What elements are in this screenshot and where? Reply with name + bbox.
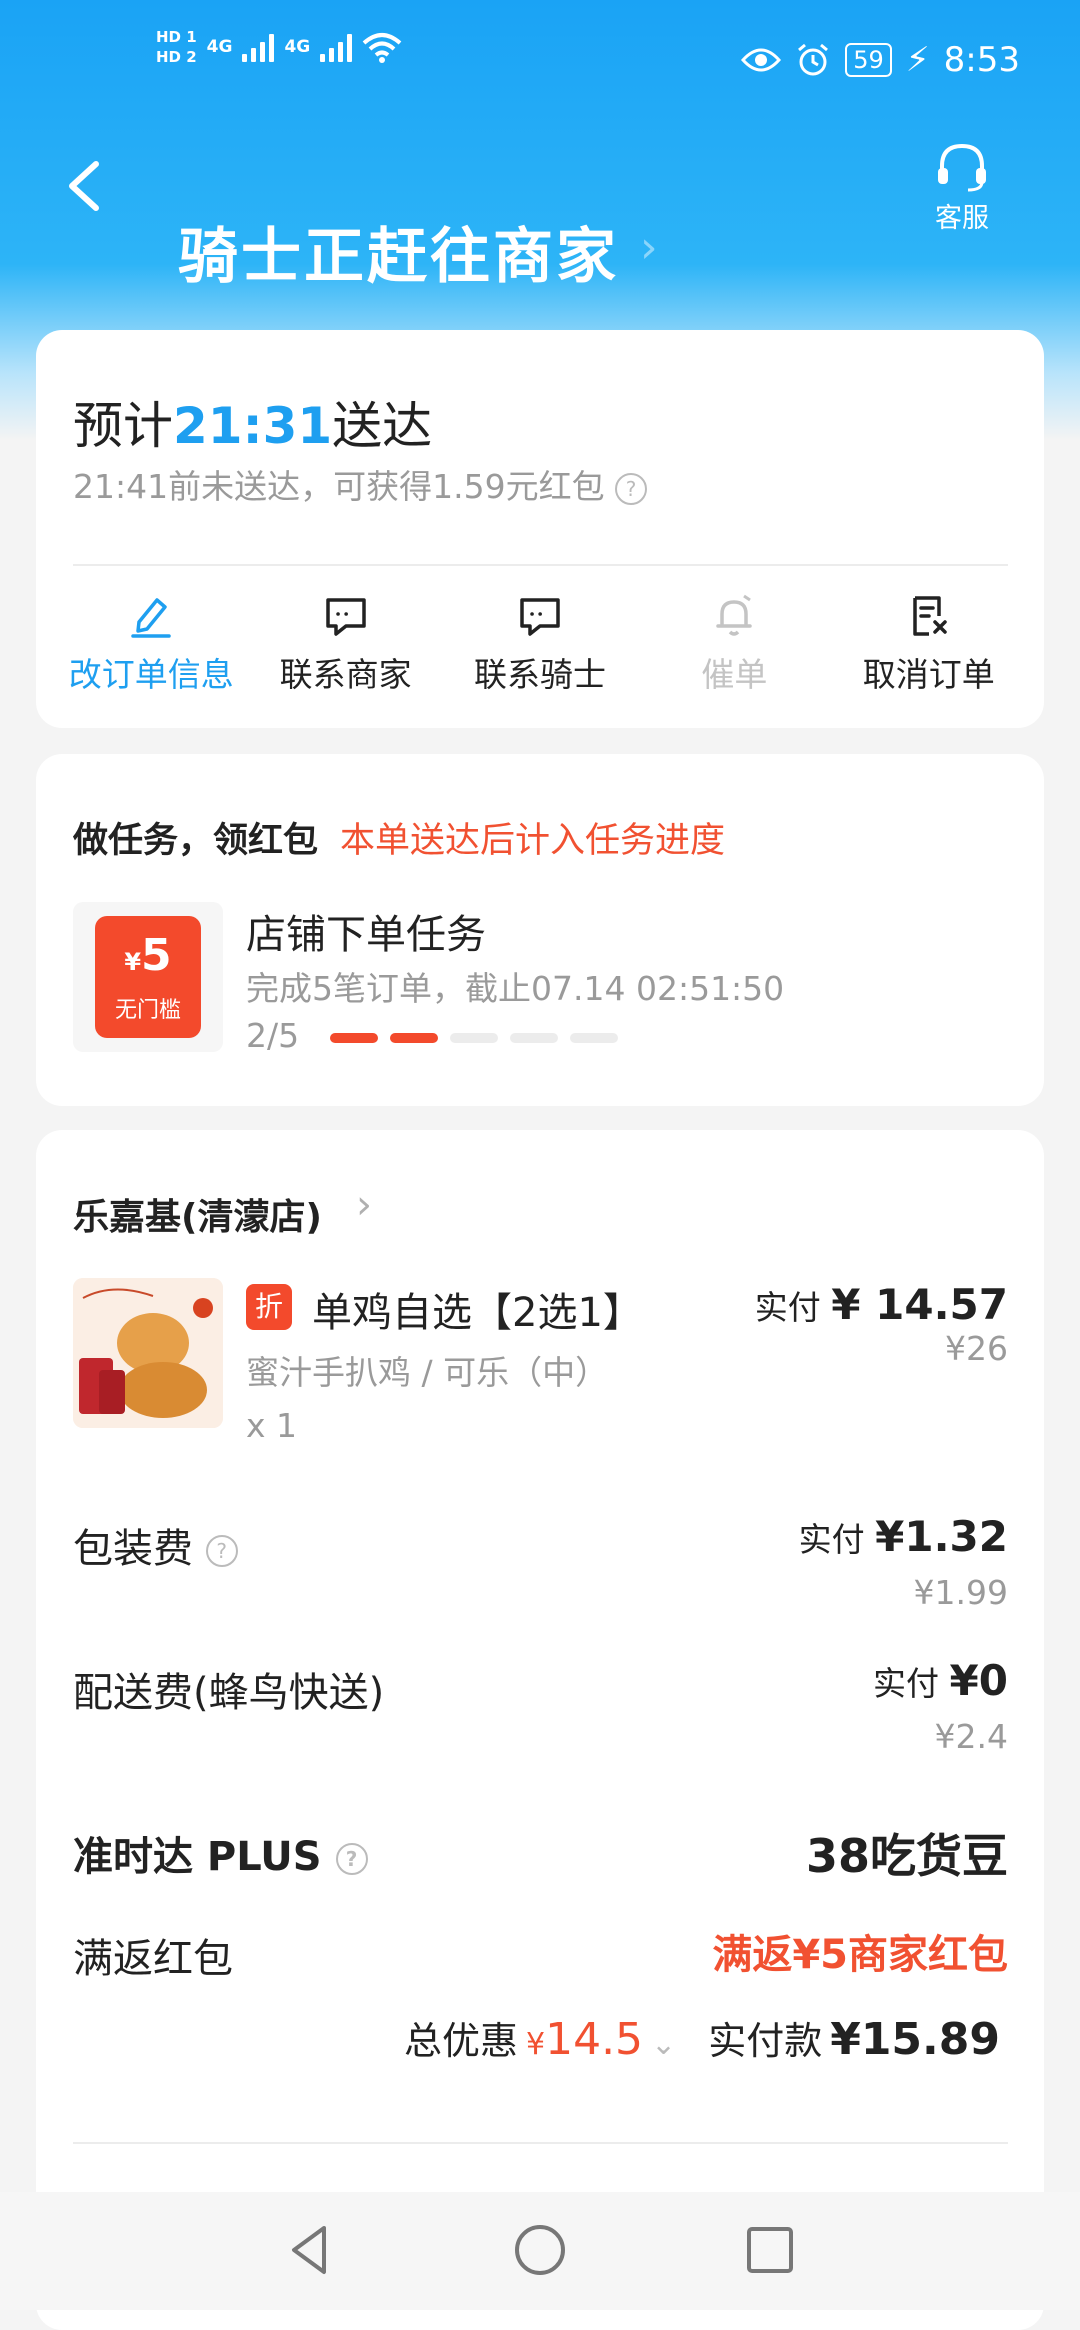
item-paid-price: ¥ 14.57 <box>831 1280 1008 1329</box>
chat-icon <box>520 598 560 636</box>
contact-merchant-button[interactable]: 联系商家 <box>258 592 434 696</box>
task-hint: 本单送达后计入任务进度 <box>340 821 726 861</box>
progress-segment <box>510 1033 558 1043</box>
sim1-label: HD 1 <box>156 28 197 46</box>
clock: 8:53 <box>943 40 1020 80</box>
back-arrow-icon[interactable] <box>62 158 106 214</box>
total-discount[interactable]: ¥14.5 <box>526 2014 643 2065</box>
item-quantity: x 1 <box>246 1406 298 1445</box>
discount-badge: 折 <box>246 1284 292 1330</box>
item-spec: 蜜汁手扒鸡 / 可乐（中） <box>246 1353 609 1392</box>
task-progress-text: 2/5 <box>246 1016 300 1055</box>
task-description: 完成5笔订单，截止07.14 02:51:50 <box>246 969 785 1008</box>
eye-icon <box>741 48 782 72</box>
ontime-plus-value: 38吃货豆 <box>805 1829 1008 1883</box>
charging-icon: ⚡ <box>905 40 930 80</box>
bell-icon <box>716 594 753 636</box>
order-detail-card: 乐嘉基(清濛店) › 折 单鸡自选【2选1】 蜜汁手扒鸡 / 可乐（中） x 1… <box>36 1130 1044 2330</box>
coupon-label: 无门槛 <box>114 998 181 1023</box>
divider <box>73 564 1008 566</box>
order-totals: 总优惠 ¥14.5 ⌄ 实付款 ¥15.89 <box>403 2014 1000 2065</box>
order-actions: 改订单信息 联系商家 联系骑士 催单 取消订单 <box>36 592 1044 696</box>
item-original-price: ¥26 <box>945 1329 1008 1368</box>
cashback-label: 满返红包 <box>73 1936 233 1982</box>
system-navigation-bar <box>0 2192 1080 2310</box>
edit-icon <box>131 598 171 638</box>
battery-icon: 59 <box>845 43 892 77</box>
coupon-thumbnail: ¥5 无门槛 <box>73 902 223 1052</box>
cancel-order-button[interactable]: 取消订单 <box>841 592 1017 696</box>
cancel-order-icon <box>913 596 947 636</box>
customer-service-button[interactable]: 客服 <box>912 142 1012 235</box>
eta-time: 21:31 <box>173 397 333 455</box>
wifi-icon <box>362 33 402 63</box>
coupon-amount: ¥5 <box>124 930 172 981</box>
recents-square-icon[interactable] <box>740 2220 800 2280</box>
item-price: 实付 ¥ 14.57 ¥26 <box>754 1280 1008 1368</box>
progress-segment <box>390 1033 438 1043</box>
help-icon[interactable]: ? <box>615 472 648 505</box>
contact-rider-button[interactable]: 联系骑士 <box>452 592 628 696</box>
help-icon[interactable]: ? <box>205 1535 238 1567</box>
chat-icon <box>325 598 366 636</box>
packaging-fee-label: 包装费 ? <box>73 1516 238 1574</box>
food-image <box>73 1278 223 1428</box>
customer-service-label: 客服 <box>935 203 989 234</box>
progress-segment <box>330 1033 378 1043</box>
item-name[interactable]: 单鸡自选【2选1】 <box>312 1280 643 1338</box>
eta-line: 预计21:31送达 <box>73 397 433 455</box>
ontime-plus-label: 准时达 PLUS ? <box>73 1824 368 1882</box>
total-paid: ¥15.89 <box>830 2014 1000 2065</box>
delivery-fee-label: 配送费(蜂鸟快送) <box>73 1670 385 1716</box>
help-icon[interactable]: ? <box>335 1843 368 1875</box>
delivery-card: 预计21:31送达 21:41前未送达，可获得1.59元红包 ? 改订单信息 联… <box>36 330 1044 728</box>
signal-group: HD 1 HD 2 4G 4G <box>156 28 402 66</box>
sim2-label: HD 2 <box>156 48 197 66</box>
edit-order-button[interactable]: 改订单信息 <box>63 592 239 696</box>
fried-chicken-image <box>73 1278 223 1428</box>
task-heading: 做任务，领红包 本单送达后计入任务进度 <box>73 821 726 861</box>
page-title[interactable]: 骑士正赶往商家 <box>178 208 619 295</box>
task-title: 店铺下单任务 <box>246 912 486 958</box>
headset-icon <box>938 143 986 192</box>
alarm-icon <box>798 43 829 76</box>
chevron-down-icon[interactable]: ⌄ <box>651 2027 676 2062</box>
network-type-2: 4G <box>284 37 311 57</box>
home-circle-icon[interactable] <box>510 2220 570 2280</box>
task-card: 做任务，领红包 本单送达后计入任务进度 ¥5 无门槛 店铺下单任务 完成5笔订单，… <box>36 754 1044 1106</box>
status-bar: HD 1 HD 2 4G 4G 59 ⚡ 8:53 <box>0 0 1080 120</box>
cashback-value: 满返¥5商家红包 <box>712 1932 1008 1978</box>
task-progress-bar <box>330 1033 618 1043</box>
progress-segment <box>450 1033 498 1043</box>
signal-icon <box>320 32 353 62</box>
network-type-1: 4G <box>206 37 233 57</box>
chevron-right-icon[interactable]: › <box>640 222 658 273</box>
delivery-fee-price: 实付 ¥0 ¥2.4 <box>873 1656 1008 1756</box>
packaging-fee-price: 实付 ¥1.32 ¥1.99 <box>798 1512 1008 1612</box>
chevron-right-icon[interactable]: › <box>356 1182 372 1228</box>
back-triangle-icon[interactable] <box>280 2220 340 2280</box>
progress-segment <box>570 1033 618 1043</box>
late-compensation-note: 21:41前未送达，可获得1.59元红包 ? <box>73 460 648 508</box>
urge-order-button[interactable]: 催单 <box>646 592 822 696</box>
shop-name[interactable]: 乐嘉基(清濛店) <box>73 1188 322 1240</box>
signal-icon <box>242 32 275 62</box>
divider <box>73 2142 1008 2144</box>
